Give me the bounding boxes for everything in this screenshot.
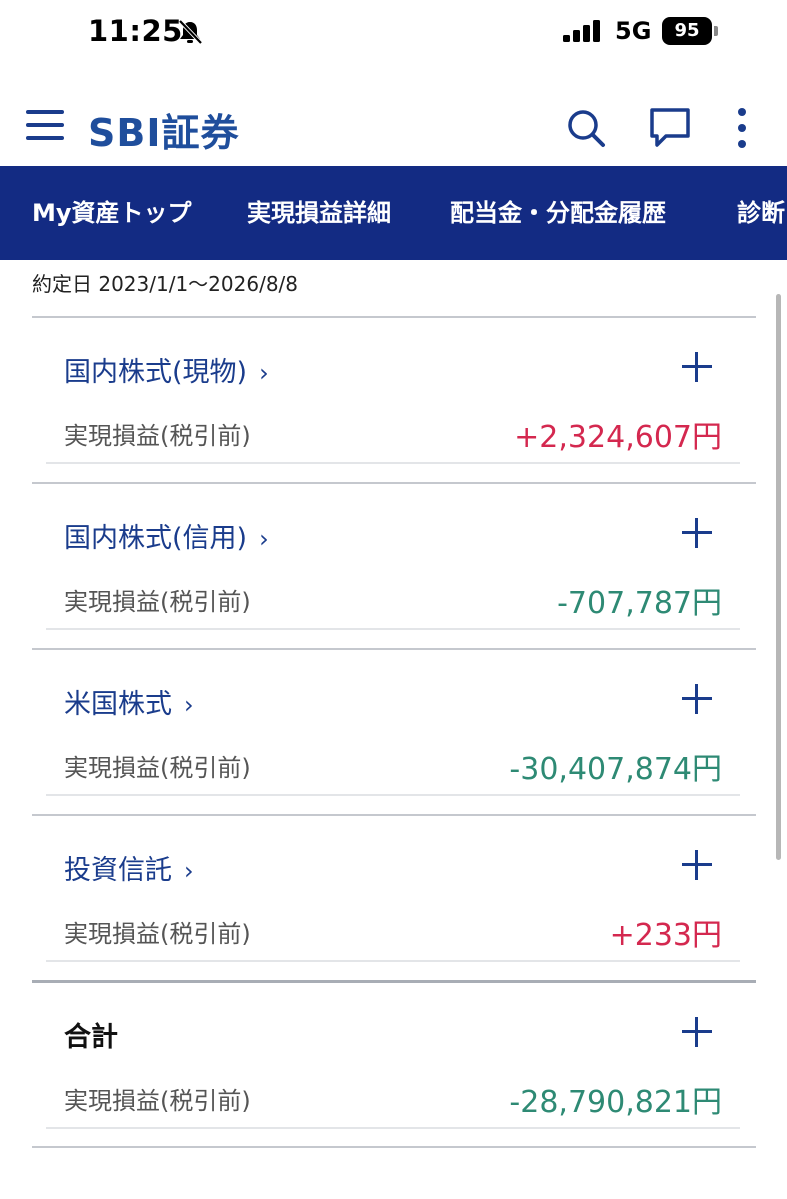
row-divider <box>46 628 740 630</box>
app-header: SBI証券 <box>0 90 787 166</box>
tab-diagnosis[interactable]: 診断 <box>737 166 785 260</box>
chevron-right-icon: › <box>184 857 194 885</box>
row-value: -707,787円 <box>557 586 722 621</box>
section-title-link[interactable]: 投資信託 › <box>64 848 194 887</box>
network-label: 5G <box>615 17 652 45</box>
realized-pl-list: 国内株式(現物) › 実現損益(税引前) +2,324,607円 国内株式(信用)… <box>32 316 756 1148</box>
tab-my-assets-top[interactable]: My資産トップ <box>32 166 192 260</box>
section-investment-trust: 投資信託 › 実現損益(税引前) +233円 <box>32 814 756 980</box>
total-title: 合計 <box>64 1022 118 1053</box>
expand-plus-icon[interactable] <box>682 1017 712 1047</box>
expand-plus-icon[interactable] <box>682 684 712 714</box>
row-label: 実現損益(税引前) <box>64 920 251 948</box>
date-range: 約定日 2023/1/1〜2026/8/8 <box>32 272 299 296</box>
logo[interactable]: SBI証券 <box>88 102 239 157</box>
status-time: 11:25 <box>88 14 183 48</box>
expand-plus-icon[interactable] <box>682 850 712 880</box>
section-title-text: 国内株式(信用) <box>64 523 248 554</box>
list-bottom-divider <box>32 1146 756 1148</box>
battery-icon: 95 <box>662 17 712 45</box>
section-title-link[interactable]: 米国株式 › <box>64 682 194 721</box>
row-divider <box>46 1127 740 1129</box>
tab-nav: My資産トップ 実現損益詳細 配当金・分配金履歴 診断 <box>0 166 787 260</box>
tab-dividend-history[interactable]: 配当金・分配金履歴 <box>450 166 666 260</box>
section-domestic-margin: 国内株式(信用) › 実現損益(税引前) -707,787円 <box>32 482 756 648</box>
expand-plus-icon[interactable] <box>682 352 712 382</box>
row-label: 実現損益(税引前) <box>64 754 251 782</box>
section-title-link[interactable]: 国内株式(現物) › <box>64 350 269 389</box>
section-title-link[interactable]: 国内株式(信用) › <box>64 516 269 555</box>
section-title-text: 投資信託 <box>64 855 172 886</box>
row-divider <box>46 960 740 962</box>
bell-muted-icon <box>178 19 203 45</box>
section-us-stocks: 米国株式 › 実現損益(税引前) -30,407,874円 <box>32 648 756 814</box>
section-total: 合計 実現損益(税引前) -28,790,821円 <box>32 980 756 1146</box>
scrollbar[interactable] <box>776 294 781 860</box>
total-value: -28,790,821円 <box>509 1085 722 1120</box>
section-domestic-cash: 国内株式(現物) › 実現損益(税引前) +2,324,607円 <box>32 316 756 482</box>
row-divider <box>46 462 740 464</box>
section-title-text: 米国株式 <box>64 689 172 720</box>
row-label: 実現損益(税引前) <box>64 588 251 616</box>
signal-icon <box>563 20 600 42</box>
tab-realized-pl-detail[interactable]: 実現損益詳細 <box>247 166 391 260</box>
chat-icon[interactable] <box>648 106 692 150</box>
hamburger-menu-icon[interactable] <box>26 110 64 142</box>
chevron-right-icon: › <box>259 359 269 387</box>
expand-plus-icon[interactable] <box>682 518 712 548</box>
status-bar: 11:25 5G 95 <box>0 0 787 64</box>
row-label: 実現損益(税引前) <box>64 1087 251 1115</box>
more-vertical-icon[interactable] <box>732 106 752 150</box>
battery-tip <box>714 26 718 36</box>
row-value: -30,407,874円 <box>509 752 722 787</box>
row-value: +233円 <box>609 918 722 953</box>
search-icon[interactable] <box>566 108 606 148</box>
row-label: 実現損益(税引前) <box>64 422 251 450</box>
row-value: +2,324,607円 <box>514 420 722 455</box>
chevron-right-icon: › <box>259 525 269 553</box>
row-divider <box>46 794 740 796</box>
chevron-right-icon: › <box>184 691 194 719</box>
section-title-text: 国内株式(現物) <box>64 357 248 388</box>
